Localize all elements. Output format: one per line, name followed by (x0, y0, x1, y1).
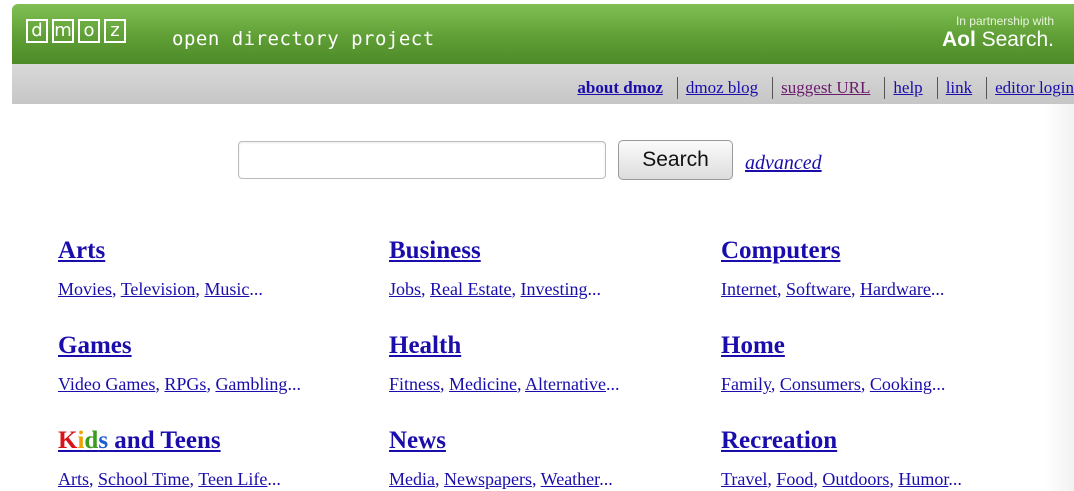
search-button[interactable]: Search (618, 140, 733, 180)
category-kids-and-teens: Kids and Teens Arts, School Time, Teen L… (58, 427, 378, 490)
category-home: Home Family, Consumers, Cooking... (721, 332, 1041, 395)
category-title[interactable]: Computers (721, 237, 1041, 265)
aol-brand-bold: Aol (941, 28, 976, 51)
category-title[interactable]: Games (58, 332, 378, 360)
subcategory-link[interactable]: Television (121, 279, 196, 299)
nav-link[interactable]: link (946, 78, 972, 98)
subcategory-list: Internet, Software, Hardware... (721, 279, 945, 299)
nav-dmoz-blog[interactable]: dmoz blog (686, 78, 758, 98)
subcategory-list: Video Games, RPGs, Gambling... (58, 374, 301, 394)
logo-letter-d: d (26, 19, 48, 43)
header-bar: d m o z open directory project In partne… (12, 4, 1074, 64)
subcategory-link[interactable]: Family (721, 374, 771, 394)
category-arts: Arts Movies, Television, Music... (58, 237, 378, 300)
kids-letter-k: K (58, 427, 78, 454)
subcategory-link[interactable]: Cooking (870, 374, 932, 394)
nav-divider (986, 77, 988, 99)
dmoz-homepage: d m o z open directory project In partne… (12, 4, 1074, 491)
logo-letter-z: z (104, 19, 126, 43)
edge-fade (1044, 104, 1074, 491)
aol-brand-rest: Search. (975, 28, 1054, 51)
subcategory-link[interactable]: Newspapers (444, 469, 532, 489)
subcategory-list: Movies, Television, Music... (58, 279, 263, 299)
partner-prefix: In partnership with (955, 14, 1054, 28)
nav-divider (936, 77, 938, 99)
dmoz-logo[interactable]: d m o z (26, 19, 130, 43)
category-title[interactable]: Kids and Teens (58, 427, 378, 455)
subcategory-link[interactable]: Teen Life (198, 469, 267, 489)
subcategory-link[interactable]: Weather (541, 469, 600, 489)
subcategory-link[interactable]: Music (204, 279, 249, 299)
category-news: News Media, Newspapers, Weather... (389, 427, 709, 490)
nav-help[interactable]: help (893, 78, 922, 98)
kids-letter-s: s (98, 427, 109, 454)
kids-title-rest: and Teens (108, 427, 221, 454)
subcategory-link[interactable]: Software (786, 279, 851, 299)
subcategory-link[interactable]: Movies (58, 279, 112, 299)
category-health: Health Fitness, Medicine, Alternative... (389, 332, 709, 395)
nav-suggest-url[interactable]: suggest URL (781, 78, 870, 98)
subcategory-link[interactable]: Alternative (525, 374, 606, 394)
category-title[interactable]: Recreation (721, 427, 1041, 455)
category-title[interactable]: Arts (58, 237, 378, 265)
category-games: Games Video Games, RPGs, Gambling... (58, 332, 378, 395)
nav-divider (676, 77, 678, 99)
category-recreation: Recreation Travel, Food, Outdoors, Humor… (721, 427, 1041, 490)
search-input[interactable] (238, 141, 606, 179)
partner-badge[interactable]: In partnership with Aol Search. (942, 14, 1054, 52)
top-nav: about dmoz dmoz blog suggest URL help li… (12, 64, 1074, 104)
subcategory-link[interactable]: School Time (98, 469, 190, 489)
subcategory-link[interactable]: Video Games (58, 374, 155, 394)
subcategory-link[interactable]: Real Estate (430, 279, 511, 299)
subcategory-list: Media, Newspapers, Weather... (389, 469, 613, 489)
category-title[interactable]: Business (389, 237, 709, 265)
category-title[interactable]: News (389, 427, 709, 455)
subcategory-link[interactable]: Internet (721, 279, 777, 299)
subcategory-link[interactable]: RPGs (164, 374, 206, 394)
subcategory-link[interactable]: Gambling (215, 374, 287, 394)
subcategory-list: Family, Consumers, Cooking... (721, 374, 946, 394)
subcategory-link[interactable]: Outdoors (822, 469, 889, 489)
nav-divider (884, 77, 886, 99)
logo-letter-o: o (78, 19, 100, 43)
aol-search-logo: Aol Search. (942, 28, 1054, 52)
subcategory-link[interactable]: Medicine (449, 374, 517, 394)
advanced-search-link[interactable]: advanced (745, 152, 822, 175)
subcategory-list: Jobs, Real Estate, Investing... (389, 279, 601, 299)
subcategory-link[interactable]: Jobs (389, 279, 421, 299)
site-tagline: open directory project (172, 28, 435, 50)
subcategory-link[interactable]: Arts (58, 469, 89, 489)
category-title[interactable]: Health (389, 332, 709, 360)
nav-divider (772, 77, 774, 99)
subcategory-list: Fitness, Medicine, Alternative... (389, 374, 620, 394)
nav-about-dmoz[interactable]: about dmoz (577, 78, 662, 98)
subcategory-link[interactable]: Fitness (389, 374, 440, 394)
nav-editor-login[interactable]: editor login (995, 78, 1074, 98)
category-title[interactable]: Home (721, 332, 1041, 360)
subcategory-link[interactable]: Travel (721, 469, 767, 489)
subcategory-link[interactable]: Consumers (780, 374, 861, 394)
subcategory-list: Arts, School Time, Teen Life... (58, 469, 281, 489)
kids-letter-d: d (84, 427, 99, 454)
category-computers: Computers Internet, Software, Hardware..… (721, 237, 1041, 300)
subcategory-link[interactable]: Hardware (860, 279, 931, 299)
subcategory-link[interactable]: Food (776, 469, 813, 489)
subcategory-list: Travel, Food, Outdoors, Humor... (721, 469, 962, 489)
category-business: Business Jobs, Real Estate, Investing... (389, 237, 709, 300)
subcategory-link[interactable]: Investing (520, 279, 587, 299)
subcategory-link[interactable]: Media (389, 469, 435, 489)
logo-letter-m: m (52, 19, 74, 43)
subcategory-link[interactable]: Humor (898, 469, 948, 489)
